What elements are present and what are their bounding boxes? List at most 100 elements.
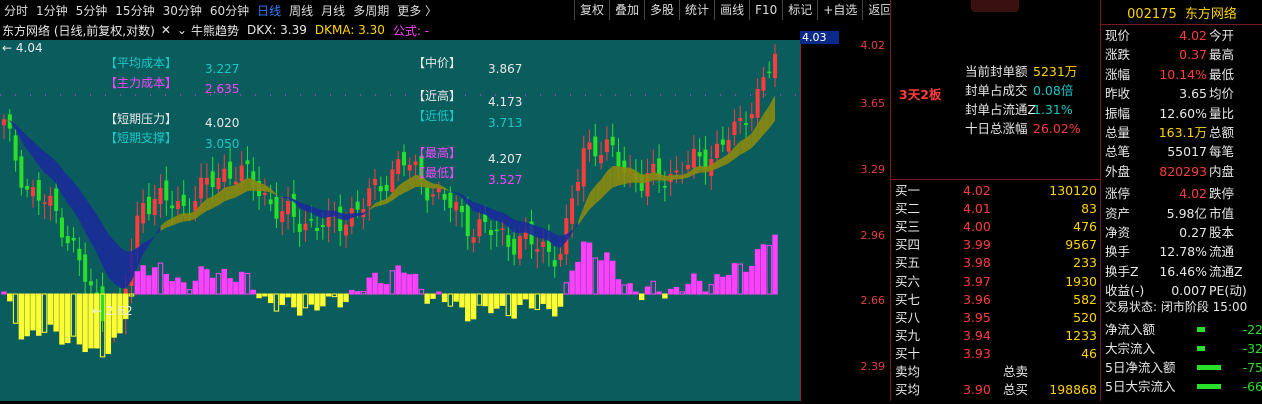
period-tab[interactable]: 多周期 bbox=[349, 2, 393, 19]
dkx-value: DKX: 3.39 bbox=[246, 23, 307, 37]
trend-band bbox=[746, 133, 752, 152]
buy-level-volume: 1233 bbox=[1065, 327, 1097, 343]
close-icon[interactable]: ✕ bbox=[161, 23, 171, 37]
macd-bar bbox=[221, 268, 227, 295]
buy-level-price[interactable]: 3.96 bbox=[963, 290, 991, 309]
macd-bar bbox=[47, 293, 54, 325]
macd-bar bbox=[760, 244, 767, 295]
sell-total-label: 总卖 bbox=[1003, 364, 1029, 379]
toolbar-button[interactable]: 多股 bbox=[644, 0, 679, 20]
trend-band bbox=[618, 166, 625, 186]
candle-body bbox=[170, 205, 175, 209]
period-tab[interactable]: 5分钟 bbox=[72, 2, 112, 19]
macd-bar bbox=[772, 234, 778, 295]
candle-body bbox=[599, 155, 604, 164]
trend-band bbox=[479, 203, 486, 215]
buy-avg-value: 3.90 bbox=[963, 382, 991, 397]
macd-bar bbox=[181, 282, 187, 295]
toolbar-button[interactable]: F10 bbox=[749, 0, 782, 20]
trend-band bbox=[688, 168, 694, 178]
macd-bar bbox=[291, 293, 297, 308]
trend-band bbox=[85, 197, 91, 243]
trend-band bbox=[351, 212, 358, 218]
candle-body bbox=[146, 196, 151, 215]
buy-level-price[interactable]: 3.93 bbox=[963, 344, 991, 363]
candle-body bbox=[164, 180, 169, 201]
indicator-name[interactable]: 牛熊趋势 bbox=[191, 22, 239, 39]
toolbar-button[interactable]: +自选 bbox=[817, 0, 862, 20]
candle-body bbox=[204, 177, 209, 185]
macd-bar bbox=[401, 272, 407, 295]
quote-label-right: 每笔 bbox=[1209, 144, 1235, 160]
trend-band bbox=[577, 206, 584, 226]
quote-label: 总量 bbox=[1105, 125, 1131, 140]
st-pressure-label: 【短期压力】 bbox=[105, 112, 178, 126]
period-tab[interactable]: 1分钟 bbox=[32, 2, 72, 19]
divider bbox=[1101, 24, 1262, 25]
candle-body bbox=[454, 202, 459, 211]
candle-body bbox=[245, 160, 250, 165]
buy-level-price[interactable]: 3.97 bbox=[963, 272, 991, 291]
candle-body bbox=[373, 178, 378, 186]
macd-bar bbox=[436, 291, 442, 295]
macd-bar bbox=[691, 273, 697, 295]
toolbar-button[interactable]: 统计 bbox=[679, 0, 714, 20]
stock-header: 002175 东方网络 bbox=[1101, 3, 1262, 22]
period-tab[interactable]: 60分钟 bbox=[206, 2, 253, 19]
candle-body bbox=[477, 219, 482, 237]
low-label: 【最低】 bbox=[413, 166, 462, 180]
macd-bar bbox=[644, 286, 651, 295]
macd-bar bbox=[1, 291, 7, 295]
buy-level-price[interactable]: 4.00 bbox=[963, 217, 991, 236]
macd-bar bbox=[82, 293, 88, 353]
period-tab[interactable]: 30分钟 bbox=[159, 2, 206, 19]
candle-body bbox=[355, 201, 360, 210]
price-label: 3.65 bbox=[860, 97, 886, 110]
trend-band bbox=[21, 130, 28, 150]
period-tab[interactable]: 月线 bbox=[317, 2, 349, 19]
period-tab[interactable]: 周线 bbox=[285, 2, 317, 19]
trend-band bbox=[160, 220, 167, 231]
toolbar-button[interactable]: 标记 bbox=[782, 0, 817, 20]
buy-level-price[interactable]: 3.95 bbox=[963, 308, 991, 327]
collapse-button[interactable]: ⌃ bbox=[971, 0, 1019, 12]
candle-body bbox=[593, 136, 598, 157]
chevron-down-icon[interactable]: ⌄ bbox=[177, 23, 187, 37]
trend-band bbox=[102, 224, 109, 278]
candle-body bbox=[587, 142, 592, 150]
period-tab[interactable]: 15分钟 bbox=[111, 2, 158, 19]
buy-total-value: 198868 bbox=[1049, 382, 1097, 397]
macd-bar bbox=[337, 293, 343, 308]
st-support-label: 【短期支撑】 bbox=[105, 131, 178, 145]
trend-band bbox=[311, 205, 318, 217]
macd-bar bbox=[267, 293, 274, 304]
high-value: 4.207 bbox=[488, 152, 523, 166]
macd-bar bbox=[349, 289, 355, 295]
macd-bar bbox=[30, 293, 36, 331]
buy-level-volume: 582 bbox=[1073, 291, 1097, 307]
macd-bar bbox=[615, 279, 622, 295]
buy-level-price[interactable]: 3.98 bbox=[963, 253, 991, 272]
toolbar-button[interactable]: 复权 bbox=[574, 0, 609, 20]
candle-body bbox=[54, 188, 59, 211]
toolbar-button[interactable]: 画线 bbox=[714, 0, 749, 20]
macd-bar bbox=[250, 289, 256, 295]
kline-chart[interactable]: ← 4.04 【平均成本】 3.227 【主力成本】 2.635 【短期压力】 … bbox=[0, 40, 800, 401]
quote-label-right: 内盘 bbox=[1209, 163, 1235, 179]
buy-level-price[interactable]: 3.94 bbox=[963, 326, 991, 345]
candle-body bbox=[738, 117, 743, 122]
quote-label: 总笔 bbox=[1105, 144, 1131, 160]
candle-body bbox=[651, 163, 656, 174]
toolbar-button[interactable]: 叠加 bbox=[609, 0, 644, 20]
period-tab[interactable]: 更多 〉 bbox=[393, 2, 441, 19]
buy-level-label: 买六 bbox=[895, 273, 921, 289]
macd-bar bbox=[152, 267, 158, 295]
macd-bar bbox=[279, 293, 285, 305]
candle-body bbox=[604, 139, 609, 153]
period-tab[interactable]: 日线 bbox=[253, 2, 285, 19]
macd-bar bbox=[134, 271, 141, 295]
buy-level-price[interactable]: 4.01 bbox=[963, 199, 991, 218]
period-tab[interactable]: 分时 bbox=[0, 2, 32, 19]
buy-level-price[interactable]: 4.02 bbox=[963, 181, 991, 200]
buy-level-price[interactable]: 3.99 bbox=[963, 235, 991, 254]
